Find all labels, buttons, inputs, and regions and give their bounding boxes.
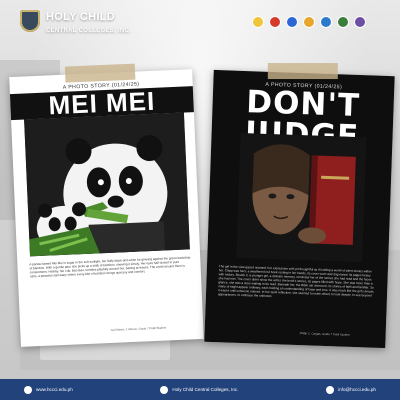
footer-website[interactable]: www.hccci.edu.ph [24, 385, 73, 394]
mail-icon [326, 385, 335, 394]
seal-icon-6 [337, 16, 349, 28]
seal-icon-3 [286, 16, 298, 28]
facebook-icon [160, 385, 169, 394]
footer-bar: www.hccci.edu.ph Holy Child Central Coll… [0, 379, 400, 400]
accreditation-seals [252, 16, 366, 28]
card-caption: The girl in the view gazed outward, her … [217, 264, 375, 299]
tape-strip [64, 63, 136, 83]
tape-strip [267, 63, 338, 80]
seal-icon-5 [320, 16, 332, 28]
card-caption: A panda named Mei Mei is sugar in the so… [29, 255, 191, 279]
girl-with-book-photo [236, 132, 367, 263]
footer-email[interactable]: info@hccci.edu.ph [326, 385, 376, 394]
seal-icon-7 [354, 16, 366, 28]
photo-story-card-dont-judge: A PHOTO STORY (01/24/25) DON'T JUDGE The… [204, 63, 395, 349]
photo-story-card-mei-mei: A PHOTO STORY (01/24/25) MEI MEI A panda… [9, 63, 204, 347]
card-byline: Yaxi Marini, J. Menon, Grade 7 Publi Stu… [110, 325, 167, 332]
school-name: HOLY CHILD CENTRAL COLLEGES, INC. [46, 11, 132, 34]
seal-icon-2 [269, 16, 281, 28]
globe-icon [24, 385, 32, 394]
seal-icon-4 [303, 16, 315, 28]
header: HOLY CHILD CENTRAL COLLEGES, INC. [0, 0, 400, 42]
panda-photo [24, 112, 190, 257]
seal-icon-1 [252, 16, 264, 28]
footer-facebook[interactable]: Holy Child Central Colleges, Inc. [160, 385, 239, 394]
school-logo-icon [20, 10, 40, 32]
